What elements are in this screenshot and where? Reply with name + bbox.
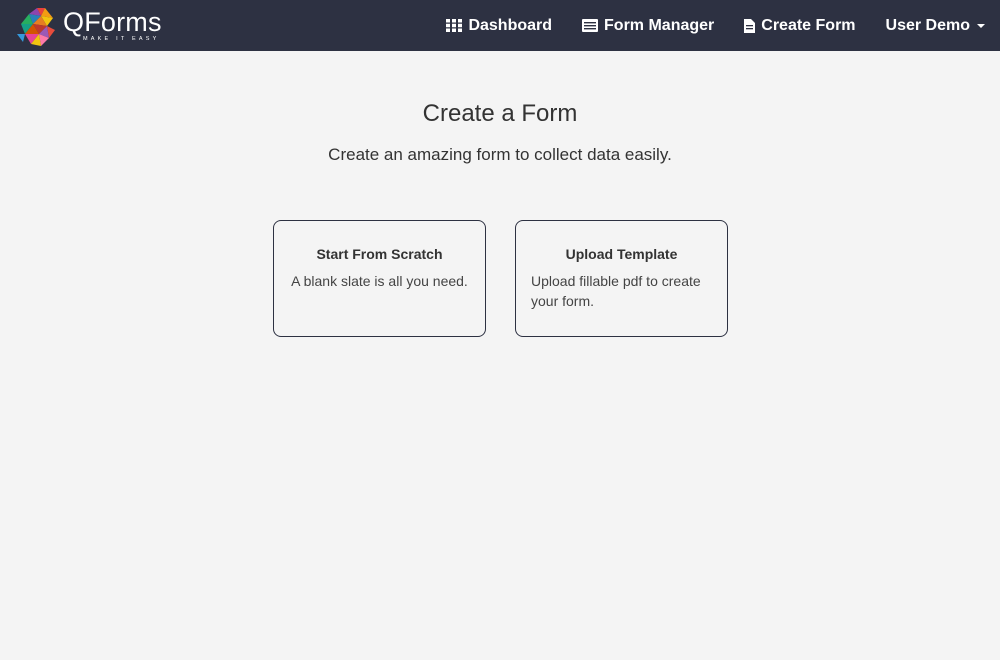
card-description: A blank slate is all you need. [291, 273, 468, 289]
chevron-down-icon [977, 23, 985, 28]
nav-user-menu[interactable]: User Demo [886, 17, 985, 35]
nav-user-label: User Demo [885, 16, 970, 34]
brand-tagline: MAKE IT EASY [83, 36, 160, 43]
nav-dashboard-label: Dashboard [468, 16, 553, 34]
list-icon [582, 19, 599, 32]
brand-logo-link[interactable]: QForms MAKE IT EASY [15, 3, 162, 49]
nav-create-form[interactable]: Create Form [744, 16, 856, 35]
brand-text: QForms MAKE IT EASY [63, 9, 162, 43]
main-content: Create a Form Create an amazing form to … [0, 51, 1000, 660]
grid-icon [446, 19, 463, 32]
nav-create-form-label: Create Form [761, 16, 856, 34]
card-description: Upload fillable pdf to create your form. [531, 273, 701, 309]
start-from-scratch-card[interactable]: Start From Scratch A blank slate is all … [273, 220, 486, 337]
nav-form-manager-label: Form Manager [604, 16, 715, 34]
brand-name: QForms [63, 7, 162, 38]
page-title: Create a Form [422, 100, 578, 127]
upload-template-card[interactable]: Upload Template Upload fillable pdf to c… [515, 220, 728, 337]
nav-links: Dashboard Form Manager Create Form User … [416, 0, 985, 51]
nav-dashboard[interactable]: Dashboard [446, 17, 552, 35]
top-navbar: QForms MAKE IT EASY Dashboard Form Manag… [0, 0, 1000, 51]
qforms-logo-icon [17, 8, 55, 46]
document-edit-icon [744, 18, 756, 33]
nav-form-manager[interactable]: Form Manager [582, 17, 714, 35]
page-subtitle: Create an amazing form to collect data e… [328, 145, 672, 164]
card-title: Upload Template [565, 246, 678, 262]
card-title: Start From Scratch [316, 246, 443, 262]
